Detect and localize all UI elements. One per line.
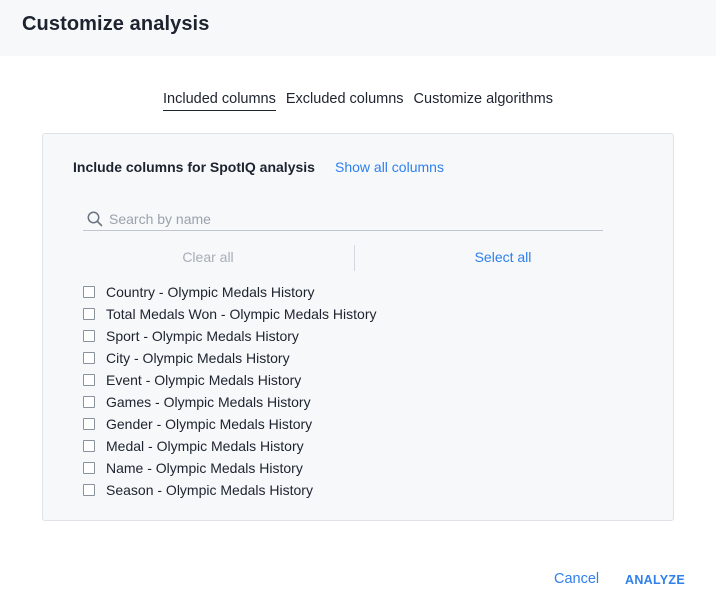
column-label: Event - Olympic Medals History: [106, 372, 302, 388]
search-field: [83, 208, 603, 231]
column-label: Sport - Olympic Medals History: [106, 328, 299, 344]
column-checkbox[interactable]: [83, 462, 95, 474]
tab-excluded-columns[interactable]: Excluded columns: [286, 91, 404, 111]
column-label: Medal - Olympic Medals History: [106, 438, 304, 454]
column-item-sport[interactable]: Sport - Olympic Medals History: [83, 325, 376, 347]
column-checkbox[interactable]: [83, 352, 95, 364]
column-label: Games - Olympic Medals History: [106, 394, 311, 410]
search-input[interactable]: [109, 208, 589, 230]
column-label: City - Olympic Medals History: [106, 350, 290, 366]
included-columns-panel: Include columns for SpotIQ analysis Show…: [42, 133, 674, 521]
column-item-games[interactable]: Games - Olympic Medals History: [83, 391, 376, 413]
column-label: Total Medals Won - Olympic Medals Histor…: [106, 306, 377, 322]
column-checkbox[interactable]: [83, 330, 95, 342]
column-item-city[interactable]: City - Olympic Medals History: [83, 347, 376, 369]
column-label: Season - Olympic Medals History: [106, 482, 313, 498]
column-checkbox[interactable]: [83, 286, 95, 298]
tab-included-columns[interactable]: Included columns: [163, 91, 276, 111]
column-checkbox[interactable]: [83, 396, 95, 408]
dialog-title: Customize analysis: [22, 13, 210, 35]
column-item-gender[interactable]: Gender - Olympic Medals History: [83, 413, 376, 435]
column-checkbox[interactable]: [83, 374, 95, 386]
tab-bar: Included columns Excluded columns Custom…: [0, 91, 716, 111]
column-item-total-medals-won[interactable]: Total Medals Won - Olympic Medals Histor…: [83, 303, 376, 325]
dialog-header: Customize analysis: [0, 0, 716, 56]
column-checkbox[interactable]: [83, 308, 95, 320]
column-item-medal[interactable]: Medal - Olympic Medals History: [83, 435, 376, 457]
show-all-columns-link[interactable]: Show all columns: [335, 159, 444, 175]
column-item-season[interactable]: Season - Olympic Medals History: [83, 479, 376, 501]
column-label: Gender - Olympic Medals History: [106, 416, 313, 432]
bulk-actions: Clear all Select all: [83, 245, 603, 271]
column-label: Name - Olympic Medals History: [106, 460, 303, 476]
column-list: Country - Olympic Medals History Total M…: [83, 281, 376, 501]
cancel-button[interactable]: Cancel: [554, 571, 599, 587]
clear-all-button[interactable]: Clear all: [83, 249, 333, 265]
search-icon: [87, 211, 103, 227]
column-checkbox[interactable]: [83, 484, 95, 496]
column-checkbox[interactable]: [83, 418, 95, 430]
column-label: Country - Olympic Medals History: [106, 284, 315, 300]
select-all-button[interactable]: Select all: [378, 249, 628, 265]
column-item-name[interactable]: Name - Olympic Medals History: [83, 457, 376, 479]
tab-customize-algorithms[interactable]: Customize algorithms: [414, 91, 553, 111]
actions-divider: [354, 245, 355, 271]
panel-title: Include columns for SpotIQ analysis: [73, 159, 315, 175]
column-checkbox[interactable]: [83, 440, 95, 452]
column-item-event[interactable]: Event - Olympic Medals History: [83, 369, 376, 391]
column-item-country[interactable]: Country - Olympic Medals History: [83, 281, 376, 303]
analyze-button[interactable]: ANALYZE: [625, 573, 685, 587]
